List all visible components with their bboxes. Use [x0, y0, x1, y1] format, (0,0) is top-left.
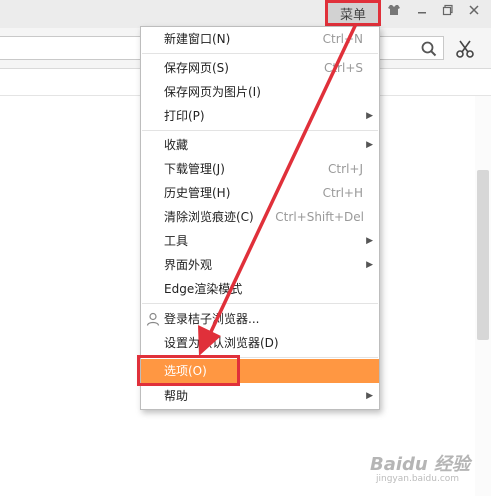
- menu-item-new-window[interactable]: 新建窗口(N) Ctrl+N: [141, 27, 379, 51]
- menu-item-label: 下载管理(J): [164, 162, 225, 176]
- scissors-icon[interactable]: [454, 38, 476, 60]
- menu-item-tools[interactable]: 工具 ▶: [141, 229, 379, 253]
- menu-item-label: 设置为默认浏览器(D): [164, 336, 279, 350]
- menu-item-downloads[interactable]: 下载管理(J) Ctrl+J: [141, 157, 379, 181]
- menu-item-shortcut: Ctrl+J: [328, 162, 363, 176]
- menu-button[interactable]: 菜单: [325, 0, 381, 26]
- menu-item-label: 帮助: [164, 389, 189, 403]
- search-icon[interactable]: [420, 40, 438, 58]
- menu-separator: [142, 303, 378, 304]
- menu-item-print[interactable]: 打印(P) ▶: [141, 104, 379, 128]
- menu-item-label: 工具: [164, 234, 189, 248]
- menu-item-label: 新建窗口(N): [164, 32, 231, 46]
- maximize-icon[interactable]: [438, 3, 458, 23]
- baidu-watermark: Baidu 经验: [370, 454, 471, 475]
- menu-item-label: 保存网页(S): [164, 61, 229, 75]
- annotation-highlight-box: [137, 355, 240, 386]
- menu-item-login[interactable]: 登录桔子浏览器...: [141, 307, 379, 331]
- menu-item-history[interactable]: 历史管理(H) Ctrl+H: [141, 181, 379, 205]
- menu-item-edge-mode[interactable]: Edge渲染模式: [141, 277, 379, 301]
- minimize-icon[interactable]: [412, 3, 432, 23]
- user-icon: [146, 312, 160, 326]
- menu-item-shortcut: Ctrl+H: [322, 186, 363, 200]
- menu-item-label: 界面外观: [164, 258, 213, 272]
- menu-item-label: 打印(P): [164, 109, 205, 123]
- menu-item-label: Edge渲染模式: [164, 282, 243, 296]
- menu-item-label: 登录桔子浏览器...: [164, 312, 260, 326]
- submenu-arrow-icon: ▶: [366, 140, 373, 150]
- main-menu: 新建窗口(N) Ctrl+N 保存网页(S) Ctrl+S 保存网页为图片(I)…: [140, 26, 380, 410]
- menu-item-save-page[interactable]: 保存网页(S) Ctrl+S: [141, 56, 379, 80]
- menu-item-label: 清除浏览痕迹(C): [164, 210, 254, 224]
- menu-item-label: 收藏: [164, 138, 189, 152]
- menu-item-clear-history[interactable]: 清除浏览痕迹(C) Ctrl+Shift+Del: [141, 205, 379, 229]
- skin-icon[interactable]: [384, 3, 404, 23]
- title-bar: 菜单: [0, 0, 491, 28]
- menu-item-label: 保存网页为图片(I): [164, 85, 261, 99]
- baidu-watermark-url: jingyan.baidu.com: [376, 474, 460, 484]
- submenu-arrow-icon: ▶: [366, 260, 373, 270]
- menu-item-help[interactable]: 帮助 ▶: [141, 384, 379, 408]
- menu-item-shortcut: Ctrl+S: [323, 61, 363, 75]
- menu-item-shortcut: Ctrl+Shift+Del: [275, 210, 364, 224]
- close-icon[interactable]: [464, 3, 484, 23]
- menu-item-save-as-image[interactable]: 保存网页为图片(I): [141, 80, 379, 104]
- menu-item-label: 历史管理(H): [164, 186, 231, 200]
- menu-item-appearance[interactable]: 界面外观 ▶: [141, 253, 379, 277]
- submenu-arrow-icon: ▶: [366, 111, 373, 121]
- submenu-arrow-icon: ▶: [366, 236, 373, 246]
- menu-separator: [142, 53, 378, 54]
- submenu-arrow-icon: ▶: [366, 391, 373, 401]
- menu-item-favorites[interactable]: 收藏 ▶: [141, 133, 379, 157]
- menu-separator: [142, 130, 378, 131]
- scrollbar-thumb[interactable]: [477, 170, 489, 340]
- menu-item-shortcut: Ctrl+N: [322, 32, 363, 46]
- menu-item-set-default[interactable]: 设置为默认浏览器(D): [141, 331, 379, 355]
